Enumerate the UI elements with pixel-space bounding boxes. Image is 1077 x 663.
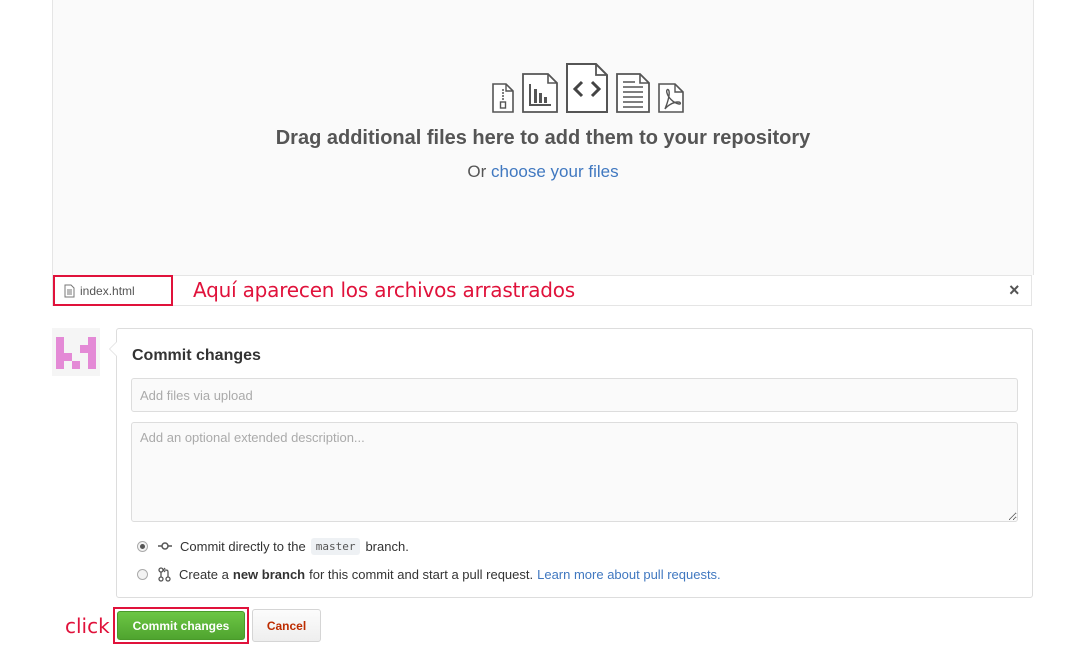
dropzone-or-text: Or xyxy=(467,162,487,181)
uploaded-file-item: index.html xyxy=(53,275,173,306)
click-annotation: click xyxy=(65,614,110,638)
uploaded-file-name: index.html xyxy=(80,283,135,298)
file-type-icons xyxy=(491,63,685,119)
new-branch-radio[interactable] xyxy=(137,568,148,580)
new-branch-option[interactable]: Create a new branch for this commit and … xyxy=(137,565,721,583)
upload-dropzone[interactable]: Drag additional files here to add them t… xyxy=(52,0,1034,275)
git-commit-icon xyxy=(158,541,172,551)
commit-description-input[interactable] xyxy=(131,422,1018,522)
choose-files-link[interactable]: choose your files xyxy=(491,162,619,181)
zip-file-icon xyxy=(491,82,515,119)
remove-file-close-icon[interactable]: × xyxy=(1009,280,1020,301)
pdf-file-icon xyxy=(657,82,685,119)
new-branch-suffix: for this commit and start a pull request… xyxy=(309,566,534,582)
branch-name-badge: master xyxy=(310,537,361,555)
commit-direct-radio[interactable] xyxy=(137,540,148,552)
commit-direct-suffix: branch. xyxy=(365,538,409,554)
dropzone-subtitle: Or choose your files xyxy=(53,162,1033,182)
new-branch-bold: new branch xyxy=(232,566,306,582)
commit-summary-input[interactable] xyxy=(131,378,1018,412)
new-branch-prefix: Create a xyxy=(179,566,229,582)
commit-form-title: Commit changes xyxy=(132,347,261,364)
commit-direct-option[interactable]: Commit directly to the master branch. xyxy=(137,537,409,555)
learn-more-pull-requests-link[interactable]: Learn more about pull requests. xyxy=(537,567,721,582)
commit-changes-button[interactable]: Commit changes xyxy=(117,611,245,640)
chart-file-icon xyxy=(521,72,559,119)
files-annotation: Aquí aparecen los archivos arrastrados xyxy=(193,278,576,302)
file-icon xyxy=(64,284,75,298)
commit-direct-prefix: Commit directly to the xyxy=(180,538,306,554)
dropzone-title: Drag additional files here to add them t… xyxy=(275,127,811,149)
text-file-icon xyxy=(615,72,651,119)
cancel-button[interactable]: Cancel xyxy=(252,609,321,642)
commit-form: Commit changes Commit directly to the ma… xyxy=(109,328,1033,598)
avatar xyxy=(52,328,100,376)
code-file-icon xyxy=(565,62,609,119)
git-pull-request-icon xyxy=(158,566,171,582)
